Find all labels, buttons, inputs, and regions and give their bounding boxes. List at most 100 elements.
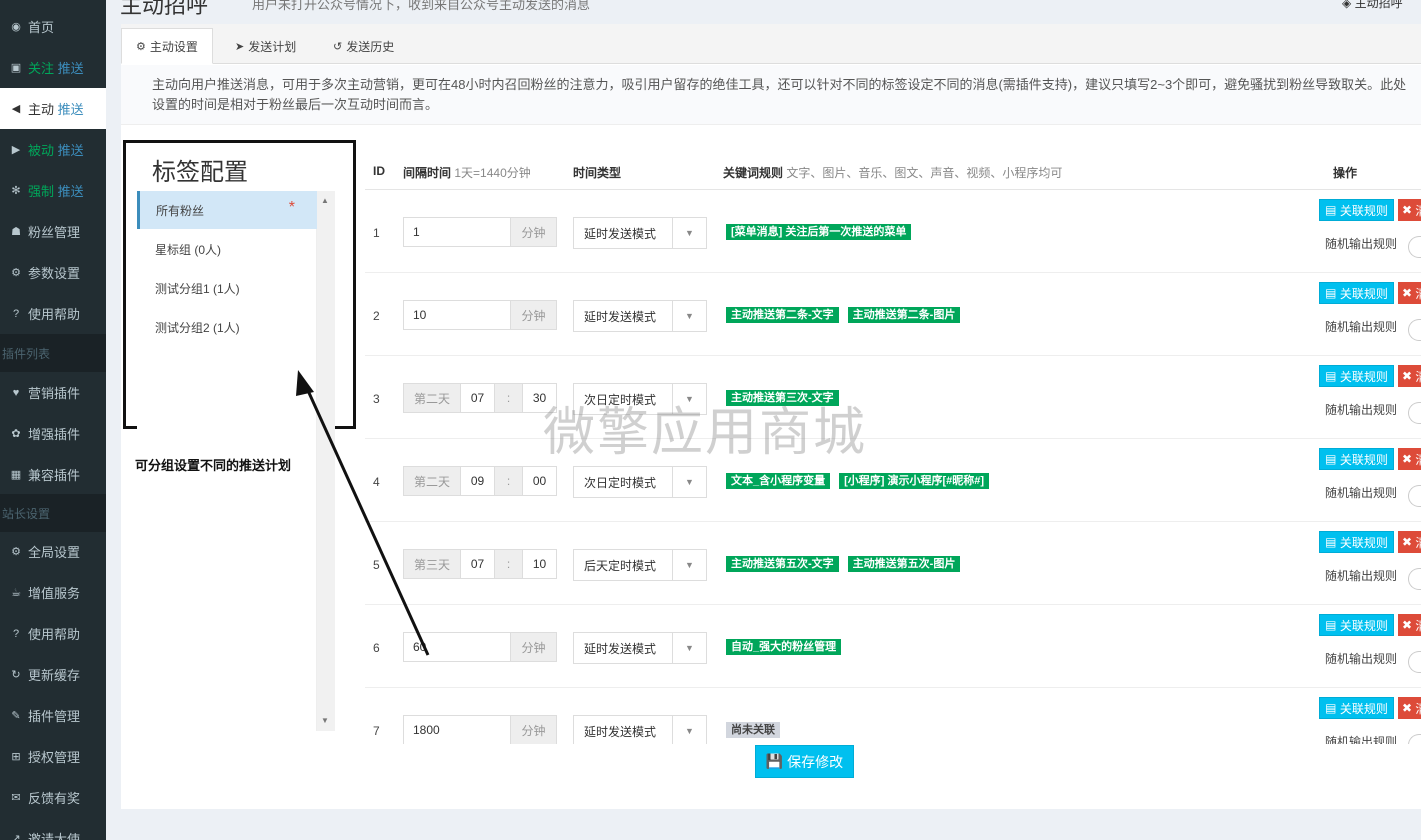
keyword-labels: 尚未关联 <box>726 722 780 738</box>
sidebar-item-force-push[interactable]: ✻ 强制 推送 <box>0 170 106 211</box>
sidebar-item-invite[interactable]: ↗ 邀请大使 <box>0 818 106 840</box>
page-title: 主动招呼 <box>120 0 209 18</box>
sidebar-item-passive-push[interactable]: ▶ 被动 推送 <box>0 129 106 170</box>
clear-button[interactable]: ✖ 清 <box>1398 448 1421 470</box>
link-rule-label: 关联规则 <box>1339 535 1388 550</box>
clear-button[interactable]: ✖ 清 <box>1398 282 1421 304</box>
question-circle-icon: ? <box>12 627 20 640</box>
time-type-select[interactable]: 后天定时模式 ▼ <box>573 549 707 581</box>
clear-button[interactable]: ✖ 清 <box>1398 365 1421 387</box>
keyword-label[interactable]: 主动推送第五次-图片 <box>847 556 961 572</box>
keyword-label[interactable]: 主动推送第二条-文字 <box>726 307 839 323</box>
link-rule-button[interactable]: ▤ 关联规则 <box>1319 697 1394 719</box>
link-rule-button[interactable]: ▤ 关联规则 <box>1319 365 1394 387</box>
save-icon: 💾 <box>765 753 788 769</box>
save-button[interactable]: 💾 保存修改 <box>755 745 854 778</box>
breadcrumb-icon: ◈ <box>1342 0 1355 10</box>
keyword-label[interactable]: 主动推送第五次-文字 <box>726 556 839 572</box>
random-output-toggle[interactable] <box>1408 651 1421 673</box>
hour-input[interactable]: 07 <box>461 549 495 579</box>
sidebar-item-active-push[interactable]: ◀ 主动 推送 <box>0 88 106 129</box>
clear-button[interactable]: ✖ 清 <box>1398 531 1421 553</box>
random-output-toggle[interactable] <box>1408 402 1421 424</box>
clear-button[interactable]: ✖ 清 <box>1398 199 1421 221</box>
sidebar-item-plugin-manage[interactable]: ✎ 插件管理 <box>0 695 106 736</box>
minute-input[interactable]: 10 <box>523 549 557 579</box>
link-rule-label: 关联规则 <box>1339 286 1388 301</box>
interval-minutes-input[interactable]: 1 <box>403 217 511 247</box>
time-type-select[interactable]: 延时发送模式 ▼ <box>573 715 707 744</box>
scroll-up-icon[interactable]: ▲ <box>321 196 329 205</box>
tag-item-star-group[interactable]: 星标组 (0人) <box>137 230 317 268</box>
keyword-label[interactable]: 文本_含小程序变量 <box>726 473 831 489</box>
tag-item-test-group-1[interactable]: 测试分组1 (1人) <box>137 269 317 307</box>
keyword-label[interactable]: 自动_强大的粉丝管理 <box>726 639 842 655</box>
wrench-icon: ✎ <box>11 710 21 722</box>
link-rule-button[interactable]: ▤ 关联规则 <box>1319 448 1394 470</box>
tab-send-history[interactable]: ↺ 发送历史 <box>319 28 408 64</box>
link-rule-button[interactable]: ▤ 关联规则 <box>1319 199 1394 221</box>
sidebar-item-label: 营销插件 <box>28 386 81 401</box>
sidebar-item-marketing[interactable]: ♥ 营销插件 <box>0 372 106 413</box>
tag-list-scrollbar[interactable]: ▲ ▼ <box>317 191 335 731</box>
random-output-toggle[interactable] <box>1408 236 1421 258</box>
sidebar-item-tag: 推送 <box>57 102 84 117</box>
time-type-select[interactable]: 延时发送模式 ▼ <box>573 632 707 664</box>
scroll-down-icon[interactable]: ▼ <box>321 716 329 725</box>
table-row: 4 第二天 09 : 00 次日定时模式 ▼ 文本_含小程序变量 [小程序] 演示小… <box>365 439 1421 522</box>
time-type-value: 后天定时模式 <box>584 558 657 573</box>
keyword-label[interactable]: [小程序] 演示小程序[#昵称#] <box>839 473 990 489</box>
interval-minutes-input[interactable]: 10 <box>403 300 511 330</box>
interval-minutes-input[interactable]: 1800 <box>403 715 511 744</box>
day-addon: 第二天 <box>403 383 461 413</box>
random-output-toggle[interactable] <box>1408 568 1421 590</box>
link-rule-button[interactable]: ▤ 关联规则 <box>1319 282 1394 304</box>
time-type-select[interactable]: 次日定时模式 ▼ <box>573 466 707 498</box>
sidebar-item-enhance[interactable]: ✿ 增强插件 <box>0 413 106 454</box>
sidebar-item-fans[interactable]: ☗ 粉丝管理 <box>0 211 106 252</box>
interval-minutes-input[interactable]: 60 <box>403 632 511 662</box>
heart-icon: ♥ <box>12 386 20 399</box>
sidebar-item-feedback[interactable]: ✉ 反馈有奖 <box>0 777 106 818</box>
random-output-toggle[interactable] <box>1408 485 1421 507</box>
tab-active-settings[interactable]: ⚙ 主动设置 <box>121 28 213 64</box>
sidebar-item-license[interactable]: ⊞ 授权管理 <box>0 736 106 777</box>
sidebar-item-tag: 推送 <box>57 61 84 76</box>
clear-label: 清 <box>1415 617 1421 634</box>
sidebar-item-site-help[interactable]: ? 使用帮助 <box>0 613 106 654</box>
sidebar-item-value-added[interactable]: ☕ 增值服务 <box>0 572 106 613</box>
sidebar-item-params[interactable]: ⚙ 参数设置 <box>0 252 106 293</box>
tag-item-all-fans[interactable]: 所有粉丝 * <box>137 191 317 229</box>
hour-input[interactable]: 09 <box>461 466 495 496</box>
random-output-toggle[interactable] <box>1408 319 1421 341</box>
tag-item-test-group-2[interactable]: 测试分组2 (1人) <box>137 308 317 346</box>
random-output-toggle[interactable] <box>1408 734 1421 744</box>
annotation-text: 可分组设置不同的推送计划 <box>135 458 292 473</box>
rss-icon: ▣ <box>10 62 22 74</box>
keyword-label[interactable]: 主动推送第二条-图片 <box>847 307 961 323</box>
sidebar-item-home[interactable]: ◉ 首页 <box>0 6 106 47</box>
link-rule-button[interactable]: ▤ 关联规则 <box>1319 531 1394 553</box>
hour-input[interactable]: 07 <box>461 383 495 413</box>
tab-send-plan[interactable]: ➤ 发送计划 <box>221 28 310 64</box>
breadcrumb[interactable]: ◈ 主动招呼 <box>1342 0 1403 11</box>
link-rule-label: 关联规则 <box>1339 701 1388 716</box>
link-rule-button[interactable]: ▤ 关联规则 <box>1319 614 1394 636</box>
sidebar-item-cache[interactable]: ↻ 更新缓存 <box>0 654 106 695</box>
clear-button[interactable]: ✖ 清 <box>1398 614 1421 636</box>
list-icon: ▤ <box>1325 369 1340 383</box>
required-star-icon: * <box>288 199 295 216</box>
time-type-select[interactable]: 延时发送模式 ▼ <box>573 217 707 249</box>
sidebar-item-help[interactable]: ? 使用帮助 <box>0 293 106 334</box>
minute-input[interactable]: 00 <box>523 466 557 496</box>
interval-input-group: 1 分钟 <box>403 217 557 247</box>
keyword-label[interactable]: [菜单消息] 关注后第一次推送的菜单 <box>726 224 912 240</box>
time-type-value: 延时发送模式 <box>584 309 657 324</box>
asterisk-circle-icon: ✻ <box>11 185 21 197</box>
sidebar-item-compat[interactable]: ▦ 兼容插件 <box>0 454 106 495</box>
clear-button[interactable]: ✖ 清 <box>1398 697 1421 719</box>
sidebar-item-follow-push[interactable]: ▣ 关注 推送 <box>0 47 106 88</box>
time-type-select[interactable]: 延时发送模式 ▼ <box>573 300 707 332</box>
sidebar-item-global[interactable]: ⚙ 全局设置 <box>0 531 106 572</box>
history-icon: ↺ <box>333 40 343 53</box>
